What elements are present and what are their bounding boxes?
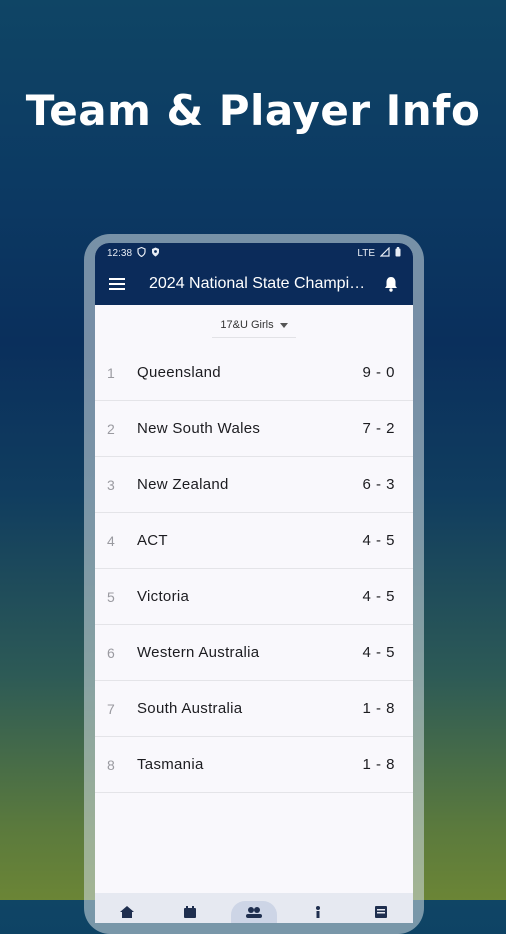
bell-icon[interactable] <box>381 274 401 294</box>
security-icon <box>151 247 160 260</box>
row-rank: 5 <box>107 588 115 605</box>
row-rank: 2 <box>107 420 115 437</box>
home-icon <box>119 905 135 923</box>
calendar-icon <box>183 905 197 923</box>
row-team: Tasmania <box>137 756 204 773</box>
nav-teams[interactable] <box>230 901 277 923</box>
row-team: ACT <box>137 532 168 549</box>
standings-row[interactable]: 6 Western Australia 4 - 5 <box>95 625 413 681</box>
row-team: New South Wales <box>137 420 261 437</box>
row-rank: 4 <box>107 532 115 549</box>
standings-row[interactable]: 5 Victoria 4 - 5 <box>95 569 413 625</box>
nav-info[interactable] <box>295 901 341 923</box>
division-label: 17&U Girls <box>220 318 274 331</box>
row-rank: 6 <box>107 644 115 661</box>
row-rank: 8 <box>107 756 115 773</box>
row-rank: 3 <box>107 476 115 493</box>
promo-headline: Team & Player Info <box>25 86 481 135</box>
menu-icon[interactable] <box>107 274 127 294</box>
signal-icon <box>379 246 390 260</box>
app-bar-title: 2024 National State Championships <box>149 275 371 292</box>
standings-list: 1 Queensland 9 - 0 2 New South Wales 7 -… <box>95 345 413 793</box>
row-record: 1 - 8 <box>362 700 395 717</box>
row-team: Western Australia <box>137 644 260 661</box>
bottom-nav <box>95 893 413 923</box>
info-icon <box>314 905 322 923</box>
standings-row[interactable]: 7 South Australia 1 - 8 <box>95 681 413 737</box>
status-time: 12:38 <box>107 247 133 259</box>
division-area: 17&U Girls <box>95 305 413 345</box>
row-rank: 7 <box>107 700 115 717</box>
row-record: 7 - 2 <box>362 420 395 437</box>
standings-row[interactable]: 2 New South Wales 7 - 2 <box>95 401 413 457</box>
status-bar: 12:38 LTE <box>95 243 413 263</box>
row-team: Victoria <box>137 588 190 605</box>
nav-documents[interactable] <box>358 901 404 923</box>
row-team: Queensland <box>137 364 221 381</box>
row-team: New Zealand <box>137 476 229 493</box>
chevron-down-icon <box>279 319 288 331</box>
standings-row[interactable]: 8 Tasmania 1 - 8 <box>95 737 413 793</box>
row-record: 1 - 8 <box>362 756 395 773</box>
row-record: 4 - 5 <box>362 588 395 605</box>
nav-schedule[interactable] <box>167 901 213 923</box>
row-record: 4 - 5 <box>362 532 395 549</box>
standings-row[interactable]: 4 ACT 4 - 5 <box>95 513 413 569</box>
row-rank: 1 <box>107 364 115 381</box>
document-icon <box>375 905 388 923</box>
battery-icon <box>395 246 401 260</box>
row-record: 9 - 0 <box>362 364 395 381</box>
shield-icon <box>137 246 146 260</box>
network-label: LTE <box>357 247 375 259</box>
nav-home[interactable] <box>104 901 150 923</box>
standings-row[interactable]: 3 New Zealand 6 - 3 <box>95 457 413 513</box>
teams-icon <box>245 905 263 923</box>
phone-screen: 12:38 LTE 2024 National State Championsh… <box>95 243 413 923</box>
division-dropdown[interactable]: 17&U Girls <box>212 313 296 338</box>
row-record: 6 - 3 <box>362 476 395 493</box>
row-record: 4 - 5 <box>362 644 395 661</box>
row-team: South Australia <box>137 700 243 717</box>
app-bar: 2024 National State Championships <box>95 263 413 305</box>
standings-row[interactable]: 1 Queensland 9 - 0 <box>95 345 413 401</box>
